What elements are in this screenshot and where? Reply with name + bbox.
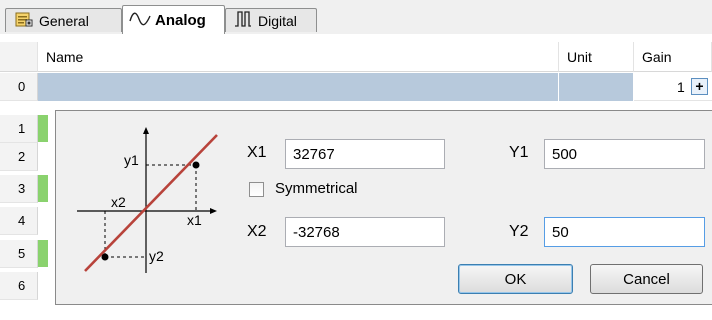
- x1-label: X1: [247, 144, 267, 161]
- row-header-3[interactable]: 3: [0, 175, 38, 203]
- diagram-x-arrow: [210, 208, 217, 214]
- cancel-button[interactable]: Cancel: [590, 264, 703, 294]
- tab-general-label: General: [39, 12, 89, 29]
- analog-wave-icon: [129, 10, 151, 31]
- row-header-5[interactable]: 5: [0, 240, 38, 268]
- row-number: 1: [18, 121, 26, 136]
- row-number: 2: [18, 149, 26, 164]
- row-number: 5: [18, 246, 26, 261]
- tab-analog[interactable]: Analog: [122, 5, 225, 34]
- grid-corner: [0, 42, 38, 72]
- ok-button-label: OK: [504, 270, 527, 288]
- column-header-gain-label: Gain: [642, 48, 672, 65]
- row-number: 3: [18, 181, 26, 196]
- digital-signal-icon: [234, 10, 252, 31]
- symmetrical-label[interactable]: Symmetrical: [275, 180, 358, 197]
- diagram-label-y2: y2: [149, 248, 164, 264]
- column-header-name-label: Name: [46, 48, 84, 65]
- scaling-diagram: y1 x2 x1 y2: [77, 127, 218, 273]
- column-header-unit-label: Unit: [567, 48, 592, 65]
- row-number: 4: [18, 213, 26, 228]
- diagram-y-arrow: [143, 127, 149, 134]
- cancel-button-label: Cancel: [623, 270, 670, 288]
- y2-input[interactable]: [544, 217, 705, 247]
- row-header-2[interactable]: 2: [0, 143, 38, 171]
- column-header-unit[interactable]: Unit: [559, 42, 634, 72]
- y1-label: Y1: [509, 144, 529, 161]
- symmetrical-checkbox[interactable]: [249, 182, 264, 197]
- x2-input[interactable]: [285, 217, 445, 247]
- row-number: 0: [18, 79, 26, 94]
- diagram-point-1: [192, 161, 200, 169]
- tab-general[interactable]: General: [5, 8, 122, 32]
- column-header-gain[interactable]: Gain: [634, 42, 712, 72]
- cell-gain[interactable]: 1 +: [634, 73, 712, 101]
- ok-button[interactable]: OK: [458, 264, 573, 294]
- row-header-0[interactable]: 0: [0, 73, 38, 101]
- gain-value: 1: [677, 79, 685, 95]
- diagram-label-y1: y1: [124, 152, 139, 168]
- row-header-4[interactable]: 4: [0, 207, 38, 235]
- diagram-label-x1: x1: [187, 212, 202, 228]
- row-number: 6: [18, 278, 26, 293]
- diagram-point-2: [101, 253, 109, 261]
- tab-digital[interactable]: Digital: [225, 8, 317, 32]
- cell-unit-selected[interactable]: [559, 73, 634, 101]
- row-header-6[interactable]: 6: [0, 272, 38, 300]
- x1-input[interactable]: [285, 139, 445, 169]
- row-marker-1: [38, 115, 48, 142]
- tab-analog-label: Analog: [155, 11, 206, 29]
- y1-input[interactable]: [544, 139, 705, 169]
- column-header-name[interactable]: Name: [38, 42, 559, 72]
- general-tab-icon: [15, 10, 33, 31]
- tab-digital-label: Digital: [258, 12, 297, 29]
- gain-adjust-button[interactable]: +: [691, 78, 708, 95]
- y2-label: Y2: [509, 223, 529, 240]
- row-marker-5: [38, 240, 48, 267]
- x2-label: X2: [247, 223, 267, 240]
- diagram-label-x2: x2: [111, 194, 126, 210]
- row-marker-3: [38, 175, 48, 202]
- row-header-1[interactable]: 1: [0, 115, 38, 143]
- cell-name-selected[interactable]: [38, 73, 559, 101]
